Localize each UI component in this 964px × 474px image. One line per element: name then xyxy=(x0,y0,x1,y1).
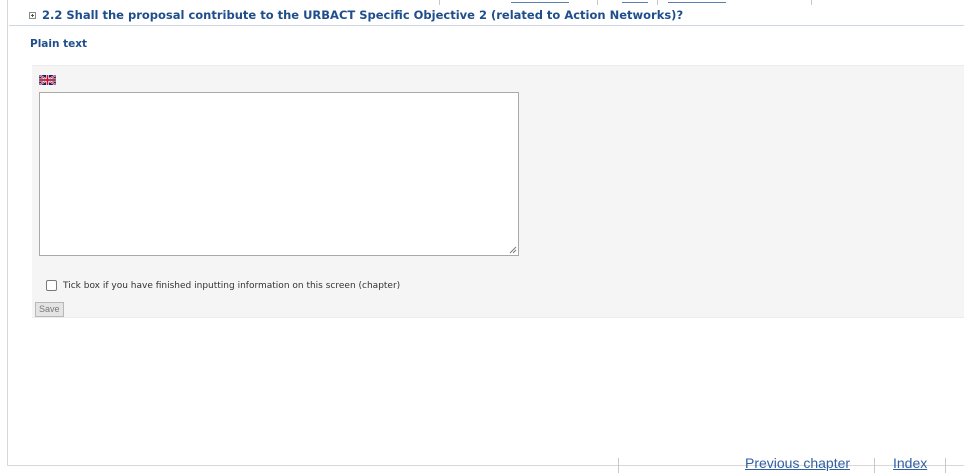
question-title: 2.2 Shall the proposal contribute to the… xyxy=(42,8,684,22)
save-button[interactable]: Save xyxy=(35,302,64,317)
footer-divider xyxy=(945,458,946,473)
footer-divider xyxy=(618,458,619,473)
finished-checkbox[interactable] xyxy=(46,280,57,291)
index-link[interactable]: Index xyxy=(893,455,927,471)
finished-checkbox-row: Tick box if you have finished inputting … xyxy=(46,280,400,291)
question-header[interactable]: 2.2 Shall the proposal contribute to the… xyxy=(9,5,964,26)
resize-grip-icon[interactable] xyxy=(509,246,517,254)
answer-panel: Tick box if you have finished inputting … xyxy=(32,65,964,318)
footer-nav: Previous chapter Index xyxy=(0,455,964,474)
previous-chapter-link[interactable]: Previous chapter xyxy=(745,455,850,471)
expand-collapse-icon[interactable] xyxy=(29,11,36,19)
footer-divider xyxy=(874,458,875,473)
format-label: Plain text xyxy=(30,38,88,50)
uk-flag-icon xyxy=(39,75,56,85)
answer-textarea[interactable] xyxy=(39,92,519,256)
finished-checkbox-label: Tick box if you have finished inputting … xyxy=(63,280,401,291)
